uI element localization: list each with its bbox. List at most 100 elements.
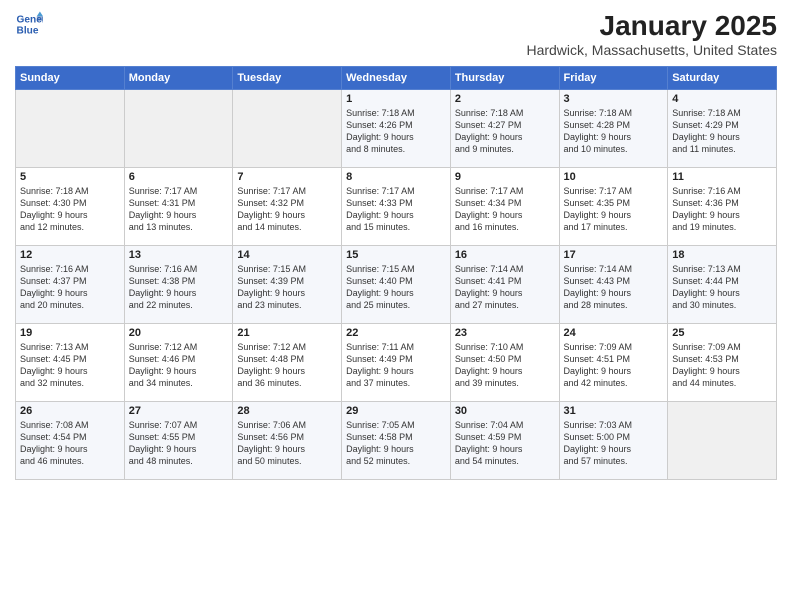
calendar-cell: 21Sunrise: 7:12 AM Sunset: 4:48 PM Dayli… [233, 324, 342, 402]
day-number: 19 [20, 327, 120, 339]
calendar-cell: 18 Sunrise: 7:13 AM Sunset: 4:44 PM Dayli… [668, 246, 777, 324]
calendar-cell [668, 402, 777, 480]
day-info: Sunrise: 7:09 AM Sunset: 4:51 PM Dayligh… [564, 341, 664, 390]
day-info: Sunrise: 7:08 AM Sunset: 4:54 PM Dayligh… [20, 419, 120, 468]
day-number: 23 [455, 327, 555, 339]
calendar-cell: 20Sunrise: 7:12 AM Sunset: 4:46 PM Dayli… [124, 324, 233, 402]
day-info: Sunrise: 7:13 AM Sunset: 4:45 PM Dayligh… [20, 341, 120, 390]
day-info: Sunrise: 7:15 AM Sunset: 4:39 PM Dayligh… [237, 263, 337, 312]
calendar-week-row: 5 Sunrise: 7:18 AM Sunset: 4:30 PM Daylig… [16, 168, 777, 246]
calendar-cell: 7Sunrise: 7:17 AM Sunset: 4:32 PM Daylig… [233, 168, 342, 246]
day-info: Sunrise: 7:16 AM Sunset: 4:38 PM Dayligh… [129, 263, 229, 312]
day-info: Sunrise: 7:16 AM Sunset: 4:36 PM Dayligh… [672, 185, 772, 234]
day-info: Sunrise: 7:15 AM Sunset: 4:40 PM Dayligh… [346, 263, 446, 312]
day-info: Sunrise: 7:17 AM Sunset: 4:33 PM Dayligh… [346, 185, 446, 234]
day-info: Sunrise: 7:12 AM Sunset: 4:48 PM Dayligh… [237, 341, 337, 390]
weekday-header: Sunday [16, 67, 125, 90]
day-number: 16 [455, 249, 555, 261]
calendar-cell: 16 Sunrise: 7:14 AM Sunset: 4:41 PM Dayli… [450, 246, 559, 324]
day-info: Sunrise: 7:11 AM Sunset: 4:49 PM Dayligh… [346, 341, 446, 390]
calendar-cell [16, 90, 125, 168]
day-info: Sunrise: 7:18 AM Sunset: 4:28 PM Dayligh… [564, 107, 664, 156]
weekday-header: Wednesday [342, 67, 451, 90]
day-number: 9 [455, 171, 555, 183]
day-number: 24 [564, 327, 664, 339]
day-info: Sunrise: 7:03 AM Sunset: 5:00 PM Dayligh… [564, 419, 664, 468]
weekday-header: Monday [124, 67, 233, 90]
day-info: Sunrise: 7:09 AM Sunset: 4:53 PM Dayligh… [672, 341, 772, 390]
day-info: Sunrise: 7:18 AM Sunset: 4:29 PM Dayligh… [672, 107, 772, 156]
day-info: Sunrise: 7:07 AM Sunset: 4:55 PM Dayligh… [129, 419, 229, 468]
day-number: 26 [20, 405, 120, 417]
day-number: 13 [129, 249, 229, 261]
day-number: 20 [129, 327, 229, 339]
day-number: 28 [237, 405, 337, 417]
weekday-header: Tuesday [233, 67, 342, 90]
logo-icon: General Blue [15, 10, 43, 38]
calendar-cell [124, 90, 233, 168]
day-number: 5 [20, 171, 120, 183]
day-number: 30 [455, 405, 555, 417]
calendar-cell: 14 Sunrise: 7:15 AM Sunset: 4:39 PM Dayli… [233, 246, 342, 324]
day-number: 14 [237, 249, 337, 261]
day-info: Sunrise: 7:17 AM Sunset: 4:34 PM Dayligh… [455, 185, 555, 234]
day-number: 6 [129, 171, 229, 183]
day-number: 8 [346, 171, 446, 183]
day-info: Sunrise: 7:13 AM Sunset: 4:44 PM Dayligh… [672, 263, 772, 312]
calendar-cell: 17Sunrise: 7:14 AM Sunset: 4:43 PM Dayli… [559, 246, 668, 324]
day-info: Sunrise: 7:18 AM Sunset: 4:30 PM Dayligh… [20, 185, 120, 234]
day-info: Sunrise: 7:17 AM Sunset: 4:35 PM Dayligh… [564, 185, 664, 234]
calendar-cell: 13 Sunrise: 7:16 AM Sunset: 4:38 PM Dayli… [124, 246, 233, 324]
calendar-cell: 6 Sunrise: 7:17 AM Sunset: 4:31 PM Daylig… [124, 168, 233, 246]
day-info: Sunrise: 7:18 AM Sunset: 4:27 PM Dayligh… [455, 107, 555, 156]
calendar-cell: 15 Sunrise: 7:15 AM Sunset: 4:40 PM Dayli… [342, 246, 451, 324]
day-number: 12 [20, 249, 120, 261]
calendar-cell: 26 Sunrise: 7:08 AM Sunset: 4:54 PM Dayli… [16, 402, 125, 480]
day-number: 18 [672, 249, 772, 261]
logo: General Blue [15, 10, 43, 38]
calendar-cell: 28 Sunrise: 7:06 AM Sunset: 4:56 PM Dayli… [233, 402, 342, 480]
day-number: 29 [346, 405, 446, 417]
calendar-cell: 2Sunrise: 7:18 AM Sunset: 4:27 PM Daylig… [450, 90, 559, 168]
calendar-cell: 31 Sunrise: 7:03 AM Sunset: 5:00 PM Dayli… [559, 402, 668, 480]
day-info: Sunrise: 7:14 AM Sunset: 4:41 PM Dayligh… [455, 263, 555, 312]
calendar-week-row: 1Sunrise: 7:18 AM Sunset: 4:26 PM Daylig… [16, 90, 777, 168]
day-info: Sunrise: 7:17 AM Sunset: 4:31 PM Dayligh… [129, 185, 229, 234]
day-info: Sunrise: 7:04 AM Sunset: 4:59 PM Dayligh… [455, 419, 555, 468]
calendar-cell: 22 Sunrise: 7:11 AM Sunset: 4:49 PM Dayli… [342, 324, 451, 402]
calendar-week-row: 26 Sunrise: 7:08 AM Sunset: 4:54 PM Dayli… [16, 402, 777, 480]
day-number: 27 [129, 405, 229, 417]
day-number: 10 [564, 171, 664, 183]
day-info: Sunrise: 7:18 AM Sunset: 4:26 PM Dayligh… [346, 107, 446, 156]
calendar-cell: 19 Sunrise: 7:13 AM Sunset: 4:45 PM Dayli… [16, 324, 125, 402]
day-info: Sunrise: 7:06 AM Sunset: 4:56 PM Dayligh… [237, 419, 337, 468]
day-number: 22 [346, 327, 446, 339]
day-number: 4 [672, 93, 772, 105]
day-number: 11 [672, 171, 772, 183]
calendar-cell: 30 Sunrise: 7:04 AM Sunset: 4:59 PM Dayli… [450, 402, 559, 480]
header-row: General Blue January 2025 Hardwick, Mass… [15, 10, 777, 58]
weekday-header-row: SundayMondayTuesdayWednesdayThursdayFrid… [16, 67, 777, 90]
day-info: Sunrise: 7:14 AM Sunset: 4:43 PM Dayligh… [564, 263, 664, 312]
calendar-cell: 3 Sunrise: 7:18 AM Sunset: 4:28 PM Daylig… [559, 90, 668, 168]
calendar-cell: 23Sunrise: 7:10 AM Sunset: 4:50 PM Dayli… [450, 324, 559, 402]
day-info: Sunrise: 7:16 AM Sunset: 4:37 PM Dayligh… [20, 263, 120, 312]
location-title: Hardwick, Massachusetts, United States [526, 42, 777, 58]
calendar-cell: 25Sunrise: 7:09 AM Sunset: 4:53 PM Dayli… [668, 324, 777, 402]
calendar-cell [233, 90, 342, 168]
calendar-cell: 9 Sunrise: 7:17 AM Sunset: 4:34 PM Daylig… [450, 168, 559, 246]
weekday-header: Saturday [668, 67, 777, 90]
calendar-week-row: 12 Sunrise: 7:16 AM Sunset: 4:37 PM Dayli… [16, 246, 777, 324]
calendar-cell: 10 Sunrise: 7:17 AM Sunset: 4:35 PM Dayli… [559, 168, 668, 246]
main-container: General Blue January 2025 Hardwick, Mass… [0, 0, 792, 485]
day-number: 15 [346, 249, 446, 261]
month-title: January 2025 [526, 10, 777, 42]
day-number: 3 [564, 93, 664, 105]
day-number: 31 [564, 405, 664, 417]
calendar-cell: 27 Sunrise: 7:07 AM Sunset: 4:55 PM Dayli… [124, 402, 233, 480]
day-info: Sunrise: 7:05 AM Sunset: 4:58 PM Dayligh… [346, 419, 446, 468]
calendar-week-row: 19 Sunrise: 7:13 AM Sunset: 4:45 PM Dayli… [16, 324, 777, 402]
calendar-cell: 29 Sunrise: 7:05 AM Sunset: 4:58 PM Dayli… [342, 402, 451, 480]
calendar-cell: 1Sunrise: 7:18 AM Sunset: 4:26 PM Daylig… [342, 90, 451, 168]
title-block: January 2025 Hardwick, Massachusetts, Un… [526, 10, 777, 58]
